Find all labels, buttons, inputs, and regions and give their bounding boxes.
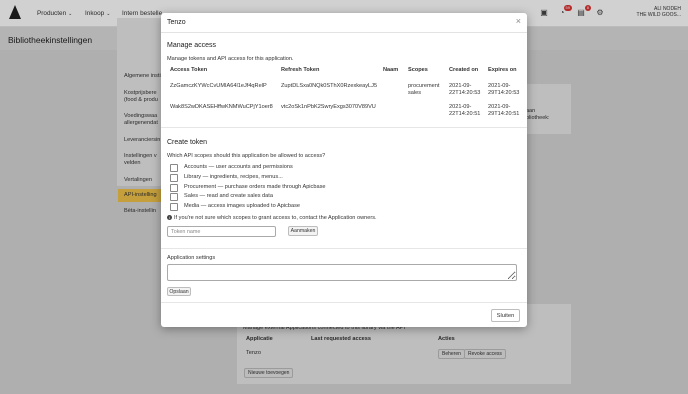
- scope-checkbox-accounts[interactable]: [170, 164, 178, 172]
- modal-header: Tenzo ×: [161, 13, 527, 33]
- scope-checkbox-media[interactable]: [170, 203, 178, 211]
- column-header-name: Naam: [383, 67, 399, 73]
- create-token-button[interactable]: Aanmaken: [288, 226, 318, 236]
- scope-label-accounts: Accounts — user accounts and permissions: [184, 164, 293, 170]
- token-name-input[interactable]: [167, 226, 276, 237]
- save-button[interactable]: Opslaan: [167, 287, 191, 296]
- created-on-cell: 2021-09-: [449, 83, 472, 89]
- scope-label-media: Media — access images uploaded to Apicba…: [184, 203, 300, 209]
- expires-on-cell: 29T14:20:51: [488, 111, 520, 117]
- scope-checkbox-procurement[interactable]: [170, 184, 178, 192]
- refresh-token-cell: vtc2oSk1nPbK2SwryExgs3070V89VU: [281, 104, 376, 110]
- info-icon: i: [167, 215, 172, 221]
- scopes-hint: i If you're not sure which scopes to gran…: [167, 215, 377, 221]
- expires-on-cell: 2021-09-: [488, 104, 511, 110]
- refresh-token-cell: ZuptDLSxa0NQk0SThX0RzexkeayLJ5: [281, 83, 378, 89]
- scope-checkbox-sales[interactable]: [170, 193, 178, 201]
- scope-cell: sales: [408, 90, 422, 96]
- scopes-hint-text: If you're not sure which scopes to grant…: [174, 215, 377, 221]
- application-settings-textarea[interactable]: [167, 264, 517, 281]
- access-token-cell: ZzGamczKYWcCvUMIA64l1eJf4qRelP: [170, 83, 267, 89]
- scope-cell: procurement: [408, 83, 440, 89]
- manage-access-title: Manage access: [167, 42, 217, 49]
- modal-title: Tenzo: [167, 19, 186, 26]
- application-modal: Tenzo × Manage access Manage tokens and …: [161, 13, 527, 327]
- scope-checkbox-library[interactable]: [170, 174, 178, 182]
- created-on-cell: 22T14:20:53: [449, 90, 481, 96]
- access-token-cell: Wak8S2wDKASEHffwKNMWuCPjY1oer8: [170, 104, 273, 110]
- manage-access-description: Manage tokens and API access for this ap…: [167, 56, 294, 62]
- column-header-created-on: Created on: [449, 67, 479, 73]
- create-token-title: Create token: [167, 139, 208, 146]
- modal-footer-divider: [161, 302, 527, 303]
- column-header-refresh-token: Refresh Token: [281, 67, 320, 73]
- close-icon[interactable]: ×: [516, 17, 521, 26]
- application-settings-label: Application settings: [167, 255, 216, 261]
- close-button[interactable]: Sluiten: [491, 309, 520, 322]
- created-on-cell: 22T14:20:51: [449, 111, 481, 117]
- expires-on-cell: 29T14:20:53: [488, 90, 520, 96]
- section-divider: [161, 127, 527, 128]
- created-on-cell: 2021-09-: [449, 104, 472, 110]
- expires-on-cell: 2021-09-: [488, 83, 511, 89]
- column-header-access-token: Access Token: [170, 67, 208, 73]
- scopes-question: Which API scopes should this application…: [167, 153, 326, 159]
- scope-label-library: Library — ingredients, recipes, menus...: [184, 174, 283, 180]
- scope-label-procurement: Procurement — purchase orders made throu…: [184, 184, 326, 190]
- column-header-scopes: Scopes: [408, 67, 428, 73]
- column-header-expires-on: Expires on: [488, 67, 517, 73]
- section-divider: [161, 248, 527, 249]
- scope-label-sales: Sales — read and create sales data: [184, 193, 273, 199]
